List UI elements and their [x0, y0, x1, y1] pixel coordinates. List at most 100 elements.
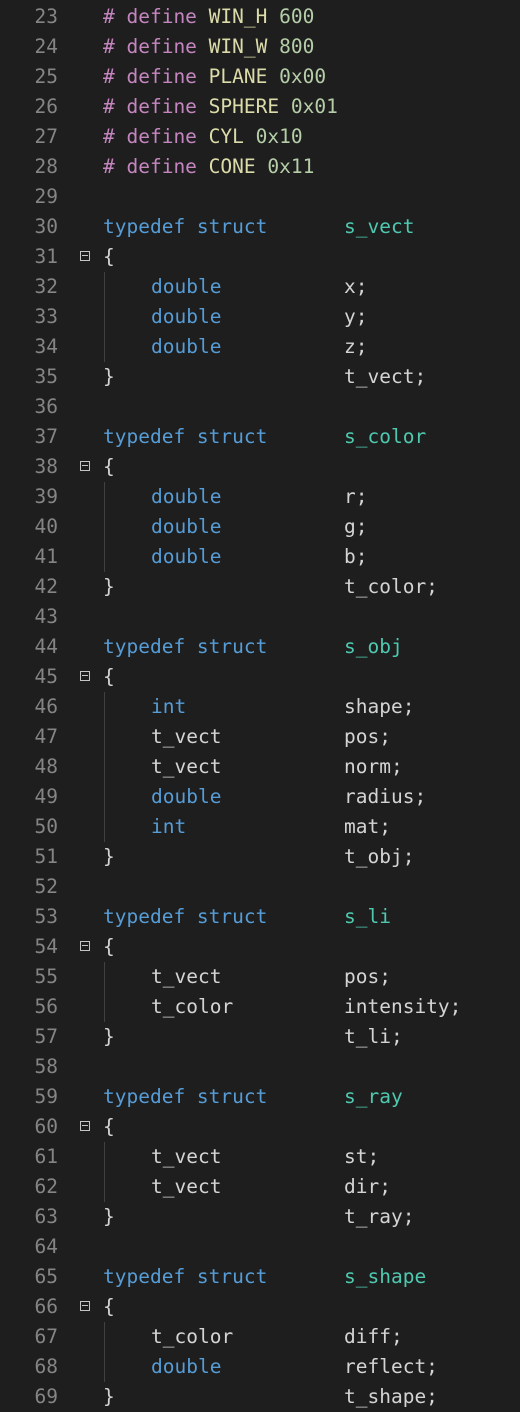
code-line[interactable]: 53 typedef struct s_li	[0, 902, 520, 932]
macro-name: WIN_H	[208, 5, 268, 28]
member-type: double	[151, 275, 222, 298]
code-line[interactable]: 69} t_shape;	[0, 1382, 520, 1412]
code-line[interactable]: 42} t_color;	[0, 572, 520, 602]
code-line[interactable]: 52	[0, 872, 520, 902]
macro-name: SPHERE	[208, 95, 280, 118]
collapse-icon[interactable]	[80, 1301, 90, 1311]
code-line[interactable]: 33 double y;	[0, 302, 520, 332]
line-number: 61	[34, 1145, 58, 1168]
code-line[interactable]: 48 t_vect norm;	[0, 752, 520, 782]
code-line[interactable]: 37 typedef struct s_color	[0, 422, 520, 452]
directive-keyword: # define	[103, 125, 197, 148]
close-brace: }	[103, 365, 115, 388]
line-number: 46	[34, 695, 58, 718]
collapse-icon[interactable]	[80, 941, 90, 951]
code-line[interactable]: 61 t_vect st;	[0, 1142, 520, 1172]
code-line[interactable]: 45 {	[0, 662, 520, 692]
close-brace: }	[103, 1385, 115, 1408]
member-type: double	[151, 785, 222, 808]
member-type: t_vect	[151, 1175, 222, 1198]
collapse-icon[interactable]	[80, 1121, 90, 1131]
open-brace: {	[103, 1295, 115, 1318]
indent-guide	[104, 692, 105, 722]
code-line[interactable]: 62 t_vect dir;	[0, 1172, 520, 1202]
code-line[interactable]: 47 t_vect pos;	[0, 722, 520, 752]
code-line[interactable]: 32 double x;	[0, 272, 520, 302]
code-line[interactable]: 39 double r;	[0, 482, 520, 512]
line-number: 26	[34, 95, 58, 118]
code-line[interactable]: 49 double radius;	[0, 782, 520, 812]
code-line[interactable]: 36	[0, 392, 520, 422]
close-brace: }	[103, 575, 115, 598]
define-directive: # define CYL 0x10	[103, 122, 303, 152]
code-line[interactable]: 66 {	[0, 1292, 520, 1322]
macro-value: 800	[279, 35, 315, 58]
code-line[interactable]: 63} t_ray;	[0, 1202, 520, 1232]
code-line[interactable]: 41 double b;	[0, 542, 520, 572]
code-line[interactable]: 46 int shape;	[0, 692, 520, 722]
line-number: 37	[34, 425, 58, 448]
code-line[interactable]: 28 # define CONE 0x11	[0, 152, 520, 182]
member-type: double	[151, 335, 222, 358]
line-number: 44	[34, 635, 58, 658]
code-line[interactable]: 67 t_color diff;	[0, 1322, 520, 1352]
code-line[interactable]: 60 {	[0, 1112, 520, 1142]
directive-keyword: # define	[103, 155, 197, 178]
code-line[interactable]: 54 {	[0, 932, 520, 962]
collapse-icon[interactable]	[80, 251, 90, 261]
type-alias: t_ray;	[344, 1205, 415, 1228]
line-number: 39	[34, 485, 58, 508]
line-number: 38	[34, 455, 58, 478]
line-number: 48	[34, 755, 58, 778]
line-number: 64	[34, 1235, 58, 1258]
code-line[interactable]: 35} t_vect;	[0, 362, 520, 392]
code-line[interactable]: 26 # define SPHERE 0x01	[0, 92, 520, 122]
line-number: 68	[34, 1355, 58, 1378]
code-line[interactable]: 59 typedef struct s_ray	[0, 1082, 520, 1112]
code-line[interactable]: 50 int mat;	[0, 812, 520, 842]
code-line[interactable]: 65 typedef struct s_shape	[0, 1262, 520, 1292]
code-line[interactable]: 27 # define CYL 0x10	[0, 122, 520, 152]
code-line[interactable]: 29	[0, 182, 520, 212]
member-name: pos;	[344, 725, 391, 748]
indent-guide	[104, 992, 105, 1022]
line-number: 43	[34, 605, 58, 628]
code-line[interactable]: 25 # define PLANE 0x00	[0, 62, 520, 92]
code-line[interactable]: 24 # define WIN_W 800	[0, 32, 520, 62]
macro-value: 600	[279, 5, 315, 28]
code-line[interactable]: 40 double g;	[0, 512, 520, 542]
type-alias: t_li;	[344, 1025, 403, 1048]
code-line[interactable]: 34 double z;	[0, 332, 520, 362]
line-number: 54	[34, 935, 58, 958]
macro-value: 0x11	[267, 155, 315, 178]
code-line[interactable]: 68 double reflect;	[0, 1352, 520, 1382]
member-name: y;	[344, 305, 368, 328]
line-number: 49	[34, 785, 58, 808]
code-line[interactable]: 55 t_vect pos;	[0, 962, 520, 992]
code-line[interactable]: 51} t_obj;	[0, 842, 520, 872]
member-type: int	[151, 695, 187, 718]
member-type: t_vect	[151, 965, 222, 988]
collapse-icon[interactable]	[80, 671, 90, 681]
code-line[interactable]: 30 typedef struct s_vect	[0, 212, 520, 242]
collapse-icon[interactable]	[80, 461, 90, 471]
member-type: t_vect	[151, 1145, 222, 1168]
type-alias: t_obj;	[344, 845, 415, 868]
indent-guide	[104, 1142, 105, 1172]
code-line[interactable]: 56 t_color intensity;	[0, 992, 520, 1022]
code-line[interactable]: 23 # define WIN_H 600	[0, 2, 520, 32]
code-line[interactable]: 44 typedef struct s_obj	[0, 632, 520, 662]
code-line[interactable]: 64	[0, 1232, 520, 1262]
code-editor[interactable]: 23 # define WIN_H 600 24 # define WIN_W 800…	[0, 2, 520, 1412]
macro-name: CONE	[208, 155, 256, 178]
close-brace: }	[103, 1025, 115, 1048]
code-line[interactable]: 38 {	[0, 452, 520, 482]
code-line[interactable]: 31 {	[0, 242, 520, 272]
code-line[interactable]: 57} t_li;	[0, 1022, 520, 1052]
directive-keyword: # define	[103, 95, 197, 118]
member-type: double	[151, 485, 222, 508]
code-line[interactable]: 58	[0, 1052, 520, 1082]
type-alias: t_shape;	[344, 1385, 438, 1408]
code-line[interactable]: 43	[0, 602, 520, 632]
macro-value: 0x10	[255, 125, 303, 148]
